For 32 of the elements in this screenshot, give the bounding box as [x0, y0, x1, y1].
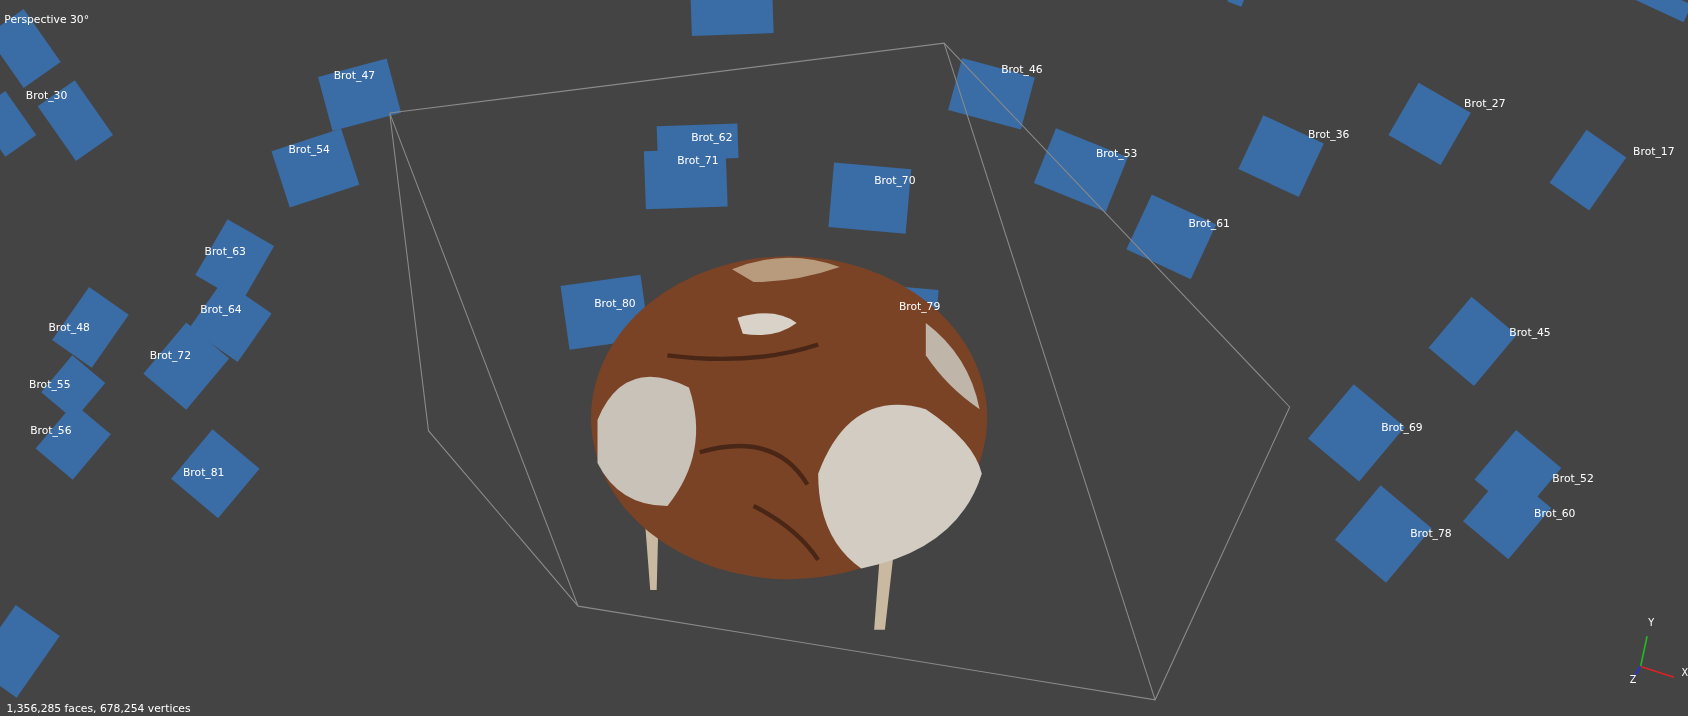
camera-label: Brot_45	[1509, 325, 1551, 339]
camera-label: Brot_54	[288, 142, 330, 156]
camera-label: Brot_55	[29, 377, 71, 391]
camera-label: Brot_64	[200, 303, 242, 317]
camera-plane	[1227, 0, 1245, 7]
camera-label: Brot_79	[898, 300, 941, 314]
camera-label: Brot_78	[1410, 527, 1452, 541]
camera-label: Brot_71	[677, 153, 719, 167]
camera-label: Brot_17	[1633, 145, 1675, 159]
camera-label: Brot_46	[1001, 63, 1043, 77]
axis-label: Y	[1648, 616, 1655, 628]
camera-label: Brot_69	[1381, 420, 1423, 434]
axis-label: Z	[1629, 673, 1637, 685]
camera-label: Brot_63	[204, 245, 246, 259]
camera-label: Brot_62	[691, 131, 733, 145]
camera-label: Brot_80	[594, 296, 636, 310]
camera-label: Brot_48	[48, 320, 90, 334]
camera-label: Brot_47	[333, 68, 376, 82]
axis-label: X	[1681, 667, 1688, 679]
camera-label: Brot_70	[874, 174, 916, 188]
camera-label: Brot_60	[1534, 506, 1576, 520]
camera-label: Brot_30	[25, 89, 68, 103]
status-text: 1,356,285 faces, 678,254 vertices	[6, 701, 191, 715]
camera-label: Brot_53	[1095, 147, 1138, 161]
camera-label: Brot_36	[1308, 127, 1350, 141]
camera-label: Brot_27	[1464, 96, 1506, 110]
camera-label: Brot_81	[183, 465, 225, 479]
viewport-label: Perspective 30°	[4, 12, 90, 26]
camera-label: Brot_61	[1188, 217, 1230, 231]
camera-label: Brot_52	[1552, 472, 1594, 486]
camera-label: Brot_56	[30, 423, 72, 437]
camera-label: Brot_72	[149, 348, 192, 362]
